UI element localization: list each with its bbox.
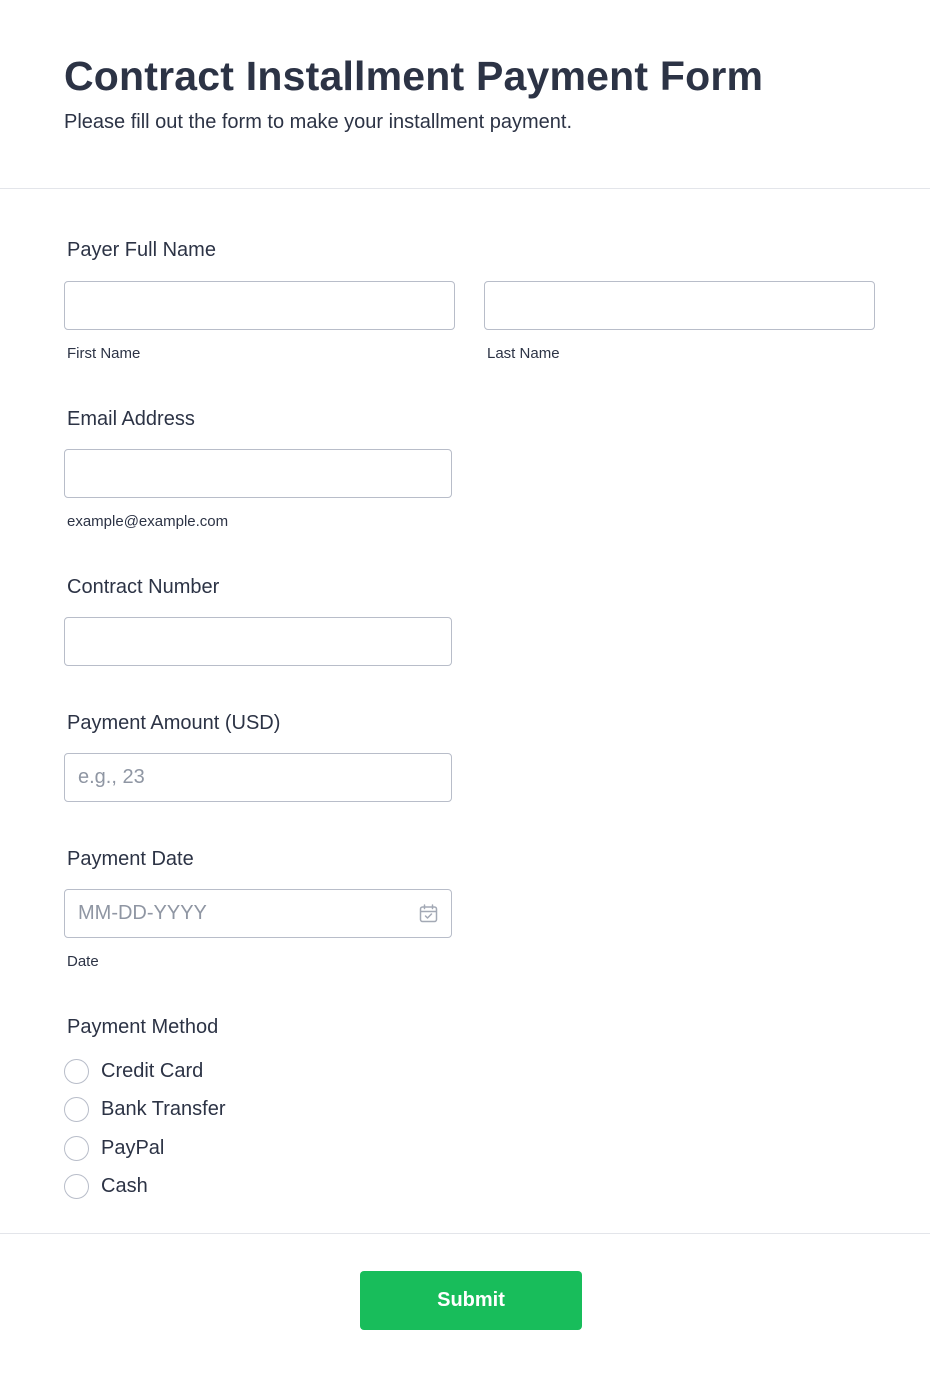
radio-label: Cash	[101, 1174, 148, 1197]
contract-number-input[interactable]	[64, 617, 452, 666]
payment-date-label: Payment Date	[67, 848, 194, 870]
first-name-sublabel: First Name	[67, 345, 141, 362]
last-name-input[interactable]	[484, 281, 875, 330]
radio-option-paypal[interactable]: PayPal	[64, 1135, 164, 1161]
radio-option-cash[interactable]: Cash	[64, 1173, 148, 1199]
contract-number-label: Contract Number	[67, 576, 220, 598]
first-name-input[interactable]	[64, 281, 455, 330]
email-sublabel: example@example.com	[67, 513, 229, 530]
radio-button[interactable]	[64, 1173, 89, 1199]
radio-label: Credit Card	[101, 1059, 204, 1082]
radio-option-bank-transfer[interactable]: Bank Transfer	[64, 1096, 226, 1122]
radio-label: PayPal	[101, 1136, 165, 1159]
email-input[interactable]	[64, 449, 452, 498]
payment-date-sublabel: Date	[67, 953, 99, 970]
radio-button[interactable]	[64, 1096, 89, 1122]
payer-name-label: Payer Full Name	[67, 239, 216, 261]
payment-amount-input[interactable]	[64, 753, 452, 802]
page-subtitle: Please fill out the form to make your in…	[64, 111, 573, 133]
payment-date-input[interactable]	[64, 889, 452, 938]
radio-label: Bank Transfer	[101, 1097, 226, 1120]
payment-method-label: Payment Method	[67, 1016, 219, 1038]
form-header: Contract Installment Payment Form Please…	[0, 0, 930, 189]
submit-button[interactable]: Submit	[360, 1271, 582, 1330]
page-title: Contract Installment Payment Form	[64, 53, 764, 99]
radio-option-credit-card[interactable]: Credit Card	[64, 1058, 203, 1084]
last-name-sublabel: Last Name	[487, 345, 560, 362]
footer-divider	[0, 1233, 930, 1234]
radio-button[interactable]	[64, 1058, 89, 1084]
email-label: Email Address	[67, 408, 195, 430]
radio-button[interactable]	[64, 1135, 89, 1161]
calendar-icon[interactable]	[419, 904, 438, 923]
payment-amount-label: Payment Amount (USD)	[67, 712, 281, 734]
